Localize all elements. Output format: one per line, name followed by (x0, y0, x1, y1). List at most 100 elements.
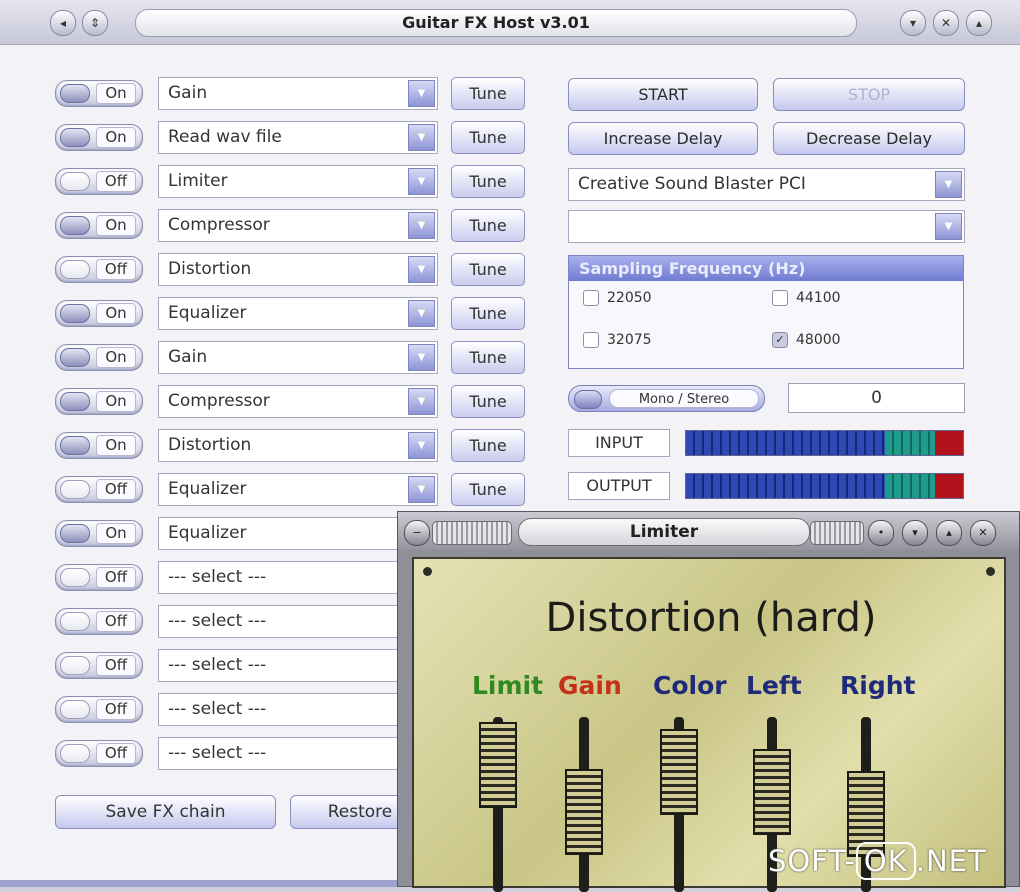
fx-toggle[interactable]: Off (55, 608, 143, 635)
chevron-down-icon[interactable]: ▼ (408, 80, 435, 107)
fx-toggle[interactable]: Off (55, 256, 143, 283)
fx-toggle[interactable]: On (55, 80, 143, 107)
chevron-down-icon[interactable]: ▼ (408, 168, 435, 195)
fx-effect-select[interactable]: Read wav file ▼ (158, 121, 438, 154)
fx-effect-value: --- select --- (168, 743, 267, 763)
chevron-down-icon[interactable]: ▼ (408, 344, 435, 371)
tune-button[interactable]: Tune (451, 341, 525, 374)
fx-effect-select[interactable]: Distortion ▼ (158, 253, 438, 286)
maximize-button[interactable]: ▴ (966, 10, 992, 36)
fx-toggle[interactable]: On (55, 300, 143, 327)
chevron-down-icon[interactable]: ▼ (408, 256, 435, 283)
fx-effect-select[interactable]: Equalizer ▼ (158, 473, 438, 506)
main-window: ◂ ⇕ Guitar FX Host v3.01 ▾ ✕ ▴ On Gain ▼ Tu… (0, 0, 1020, 892)
input-level-meter (685, 430, 964, 456)
pin-button[interactable]: ⇕ (82, 10, 108, 36)
fx-toggle[interactable]: On (55, 124, 143, 151)
chevron-down-icon[interactable]: ▼ (408, 388, 435, 415)
increase-delay-button[interactable]: Increase Delay (568, 122, 758, 155)
close-button[interactable]: ✕ (933, 10, 959, 36)
fx-toggle[interactable]: Off (55, 564, 143, 591)
tune-button[interactable]: Tune (451, 77, 525, 110)
checkbox[interactable] (583, 332, 599, 348)
fx-toggle[interactable]: On (55, 520, 143, 547)
start-button[interactable]: START (568, 78, 758, 111)
sampling-option-44100[interactable]: 44100 (772, 289, 841, 307)
sampling-option-22050[interactable]: 22050 (583, 289, 652, 307)
fx-effect-select[interactable]: --- select --- (158, 561, 403, 594)
checkbox-checked[interactable]: ✓ (772, 332, 788, 348)
fx-effect-select[interactable]: Compressor ▼ (158, 209, 438, 242)
slider-handle[interactable] (753, 749, 791, 835)
chevron-down-icon[interactable]: ▼ (408, 432, 435, 459)
fx-toggle[interactable]: Off (55, 740, 143, 767)
stop-button[interactable]: STOP (773, 78, 965, 111)
fx-effect-select[interactable]: --- select --- (158, 649, 403, 682)
save-fx-chain-button[interactable]: Save FX chain (55, 795, 276, 829)
fx-toggle[interactable]: On (55, 344, 143, 371)
limiter-maximize-button[interactable]: ▴ (936, 520, 962, 546)
fx-effect-value: Distortion (168, 259, 252, 279)
audio-device-select[interactable]: Creative Sound Blaster PCI ▼ (568, 168, 965, 201)
chevron-down-icon[interactable]: ▼ (408, 212, 435, 239)
toggle-knob (60, 216, 90, 235)
limiter-minimize-button[interactable]: ▾ (902, 520, 928, 546)
sampling-frequency-title: Sampling Frequency (Hz) (569, 256, 963, 281)
toggle-state: On (96, 83, 136, 104)
checkbox[interactable] (772, 290, 788, 306)
fx-toggle[interactable]: On (55, 432, 143, 459)
fx-effect-select[interactable]: Gain ▼ (158, 341, 438, 374)
limiter-title-bar[interactable]: − Limiter • ▾ ▴ ✕ (398, 512, 1019, 550)
slider-handle[interactable] (565, 769, 603, 855)
fx-toggle[interactable]: On (55, 388, 143, 415)
tune-button[interactable]: Tune (451, 209, 525, 242)
toggle-state: On (96, 127, 136, 148)
toggle-knob (60, 656, 90, 675)
decrease-delay-button[interactable]: Decrease Delay (773, 122, 965, 155)
chevron-down-icon[interactable]: ▼ (408, 124, 435, 151)
limiter-pin-button[interactable]: • (868, 520, 894, 546)
minimize-button[interactable]: ▾ (900, 10, 926, 36)
tune-button[interactable]: Tune (451, 121, 525, 154)
fx-effect-select[interactable]: Compressor ▼ (158, 385, 438, 418)
tune-button[interactable]: Tune (451, 429, 525, 462)
fx-effect-select[interactable]: Limiter ▼ (158, 165, 438, 198)
fx-effect-select[interactable]: --- select --- (158, 737, 403, 770)
slider-handle[interactable] (660, 729, 698, 815)
fx-toggle[interactable]: Off (55, 476, 143, 503)
fx-toggle[interactable]: Off (55, 696, 143, 723)
sampling-option-48000[interactable]: ✓ 48000 (772, 331, 841, 349)
chevron-down-icon[interactable]: ▼ (935, 171, 962, 198)
tune-button[interactable]: Tune (451, 473, 525, 506)
fx-toggle[interactable]: On (55, 212, 143, 239)
fx-effect-select[interactable]: Equalizer (158, 517, 403, 550)
tune-button[interactable]: Tune (451, 253, 525, 286)
fx-toggle[interactable]: Off (55, 652, 143, 679)
tune-button[interactable]: Tune (451, 165, 525, 198)
fx-toggle[interactable]: Off (55, 168, 143, 195)
fx-effect-select[interactable]: Equalizer ▼ (158, 297, 438, 330)
delay-value-field[interactable]: 0 (788, 383, 965, 413)
fx-effect-select[interactable]: --- select --- (158, 605, 403, 638)
fx-effect-select[interactable]: --- select --- (158, 693, 403, 726)
limiter-close-button[interactable]: ✕ (970, 520, 996, 546)
menu-button[interactable]: ◂ (50, 10, 76, 36)
chevron-down-icon[interactable]: ▼ (408, 476, 435, 503)
toggle-knob (60, 700, 90, 719)
checkbox[interactable] (583, 290, 599, 306)
fx-effect-select[interactable]: Distortion ▼ (158, 429, 438, 462)
chevron-down-icon[interactable]: ▼ (935, 213, 962, 240)
slider-label-1: Gain (558, 671, 622, 700)
mono-stereo-toggle[interactable]: Mono / Stereo (568, 385, 765, 412)
tune-button[interactable]: Tune (451, 297, 525, 330)
slider-handle[interactable] (479, 722, 517, 808)
limiter-window[interactable]: − Limiter • ▾ ▴ ✕ Distortion (hard) Limi… (397, 511, 1020, 892)
tune-button[interactable]: Tune (451, 385, 525, 418)
fx-effect-value: Compressor (168, 215, 270, 235)
limiter-menu-button[interactable]: − (404, 520, 430, 546)
fx-effect-select[interactable]: Gain ▼ (158, 77, 438, 110)
sampling-option-32075[interactable]: 32075 (583, 331, 652, 349)
audio-device2-select[interactable]: ▼ (568, 210, 965, 243)
toggle-knob (60, 436, 90, 455)
chevron-down-icon[interactable]: ▼ (408, 300, 435, 327)
